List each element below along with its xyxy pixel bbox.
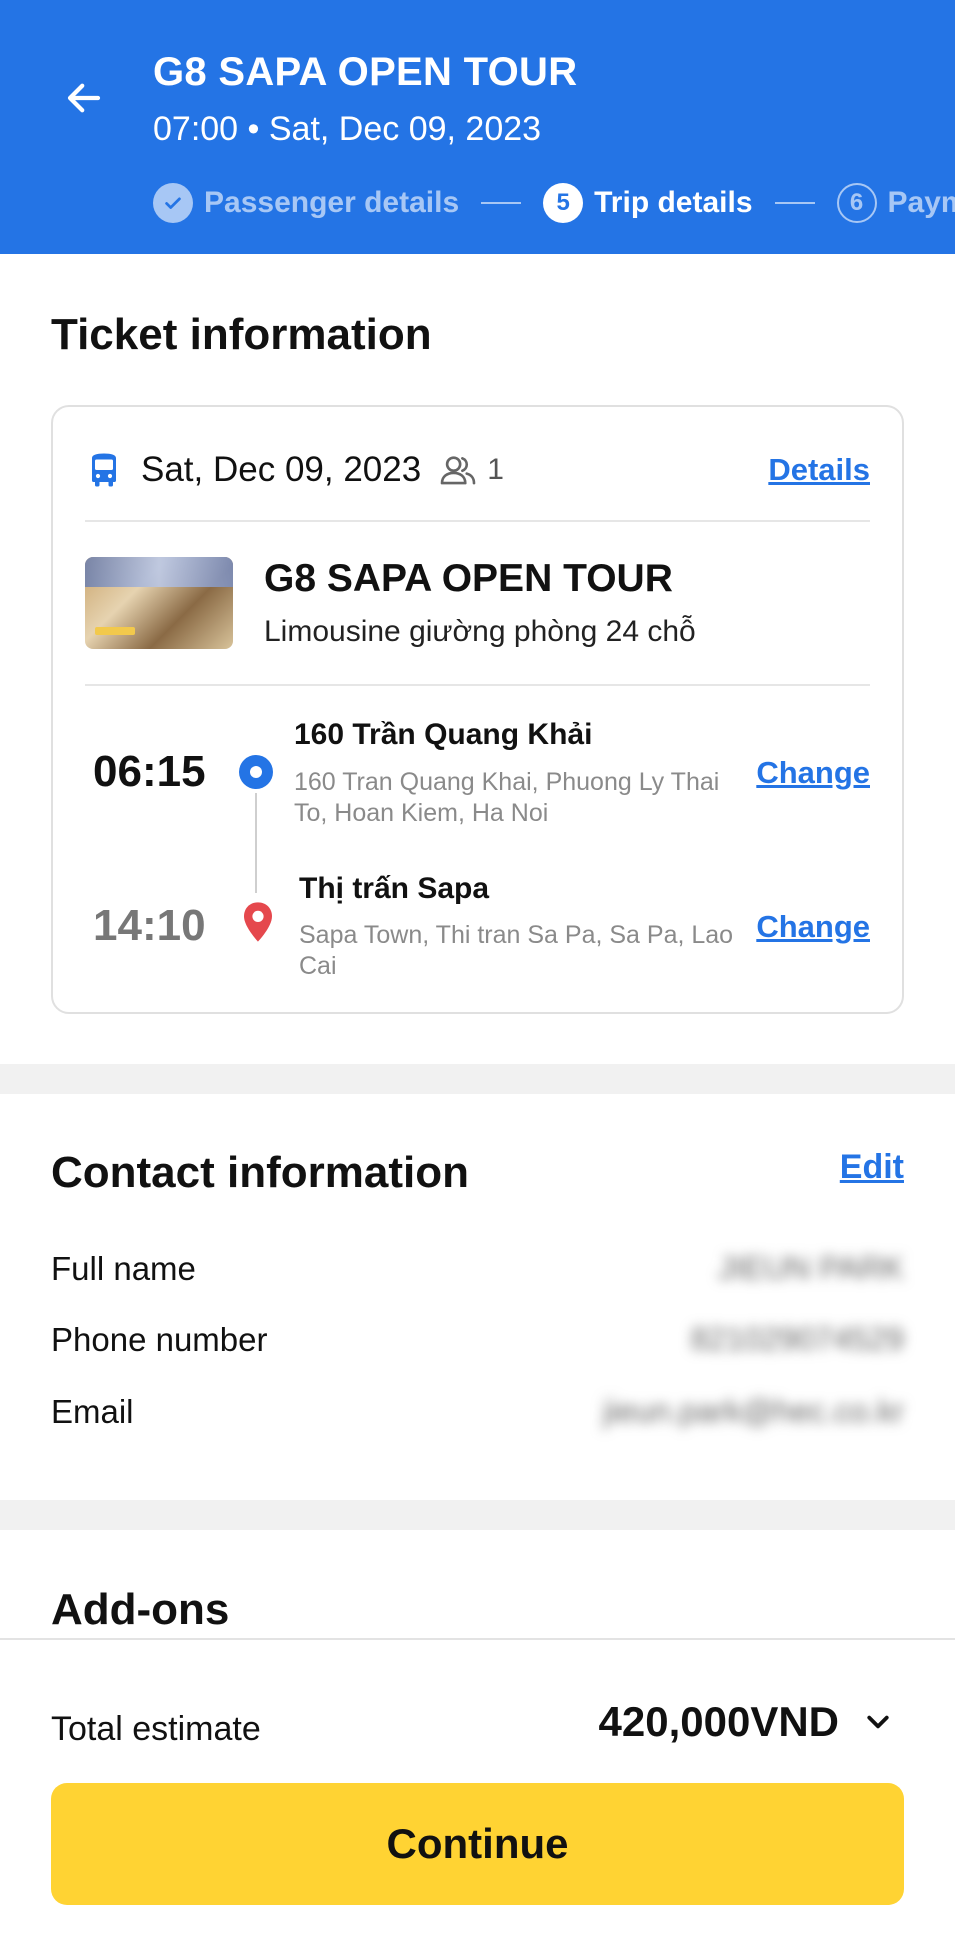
email-label: Email	[51, 1393, 134, 1430]
total-estimate-label: Total estimate	[51, 1710, 261, 1748]
checkout-bar: Total estimate 420,000VND Continue	[0, 1638, 955, 1938]
departure-stop-address: 160 Tran Quang Khai, Phuong Ly Thai To, …	[294, 768, 720, 827]
full-name-label: Full name	[51, 1250, 196, 1287]
step-number: 5	[543, 183, 584, 223]
bus-thumbnail-image	[85, 557, 233, 649]
card-divider	[85, 684, 870, 686]
step-trip-details: 5 Trip details	[543, 183, 753, 223]
check-icon	[153, 183, 193, 223]
travel-date: Sat, Dec 09, 2023	[141, 450, 422, 489]
step-divider	[481, 202, 522, 204]
details-link[interactable]: Details	[768, 452, 870, 488]
location-pin-icon	[244, 902, 272, 942]
arrival-stop-address: Sapa Town, Thi tran Sa Pa, Sa Pa, Lao Ca…	[299, 921, 734, 980]
back-button[interactable]	[58, 72, 110, 124]
trip-subtitle: 07:00 • Sat, Dec 09, 2023	[153, 110, 542, 148]
arrival-stop-name: Thị trấn Sapa	[299, 872, 490, 905]
edit-contact-link[interactable]: Edit	[840, 1148, 904, 1187]
card-divider	[85, 520, 870, 522]
operator-name: G8 SAPA OPEN TOUR	[264, 557, 673, 600]
step-progress: Passenger details 5 Trip details 6 Payme…	[153, 181, 955, 225]
step-payment: 6 Payment	[836, 183, 955, 223]
total-estimate-toggle[interactable]: 420,000VND	[599, 1698, 894, 1746]
step-label: Payment	[887, 186, 955, 219]
step-label: Trip details	[594, 186, 753, 219]
section-separator	[0, 1064, 955, 1094]
phone-value: 821029074529	[690, 1321, 904, 1357]
ticket-info-title: Ticket information	[51, 310, 432, 359]
email-value: jieun.park@hec.co.kr	[602, 1393, 904, 1429]
header-bar: G8 SAPA OPEN TOUR 07:00 • Sat, Dec 09, 2…	[0, 0, 955, 254]
addons-title: Add-ons	[51, 1585, 230, 1634]
section-separator	[0, 1500, 955, 1530]
passenger-count: 1	[439, 453, 504, 487]
ticket-summary-row: Sat, Dec 09, 2023 1 Details	[89, 445, 870, 495]
passenger-icon	[440, 456, 476, 485]
passenger-count-value: 1	[487, 453, 504, 486]
step-number: 6	[836, 183, 877, 223]
ticket-card: Sat, Dec 09, 2023 1 Details G8 SAPA OPEN…	[51, 405, 904, 1014]
continue-button[interactable]: Continue	[51, 1783, 904, 1905]
step-divider	[774, 202, 815, 204]
back-arrow-icon	[67, 83, 101, 113]
bus-icon	[92, 453, 116, 487]
vehicle-type: Limousine giường phòng 24 chỗ	[264, 615, 696, 648]
trip-title: G8 SAPA OPEN TOUR	[153, 50, 578, 94]
step-label: Passenger details	[204, 186, 460, 219]
departure-dot-icon	[239, 755, 273, 789]
chevron-down-icon	[867, 1715, 889, 1729]
phone-label: Phone number	[51, 1321, 268, 1358]
total-estimate-value: 420,000VND	[598, 1698, 840, 1745]
full-name-value: JIEUN PARK	[717, 1250, 904, 1286]
departure-time: 06:15	[93, 747, 206, 796]
change-departure-link[interactable]: Change	[756, 755, 870, 791]
departure-stop-name: 160 Trần Quang Khải	[294, 718, 593, 751]
route-line	[255, 793, 257, 893]
arrival-time: 14:10	[93, 901, 206, 950]
contact-info-title: Contact information	[51, 1148, 469, 1197]
step-passenger-details[interactable]: Passenger details	[153, 183, 459, 223]
change-arrival-link[interactable]: Change	[756, 909, 870, 945]
